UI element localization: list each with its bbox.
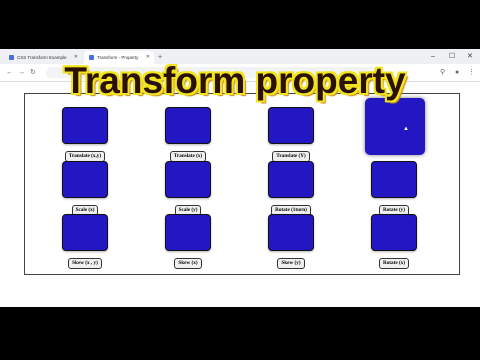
- grid-item: Rotate (x): [371, 214, 417, 269]
- transform-box[interactable]: [371, 161, 417, 198]
- skew-x-button[interactable]: Skew (x): [174, 258, 202, 269]
- grid-item: Translate (x): [165, 107, 211, 162]
- grid-item: Rotate (y): [371, 161, 417, 216]
- transform-box[interactable]: [268, 161, 314, 198]
- video-title-overlay: Transform property: [64, 60, 406, 101]
- rotate-x-button[interactable]: Rotate (x): [378, 258, 410, 269]
- transform-box[interactable]: [371, 214, 417, 251]
- transform-box[interactable]: [62, 107, 108, 144]
- skew-y-button[interactable]: Skew (y): [277, 258, 305, 269]
- transform-box[interactable]: [165, 161, 211, 198]
- grid-item: Skew (y): [268, 214, 314, 269]
- transform-box[interactable]: [268, 214, 314, 251]
- grid-item: Scale (y): [165, 161, 211, 216]
- transform-box[interactable]: [165, 107, 211, 144]
- mouse-cursor-icon: ▲: [403, 126, 409, 132]
- transform-box[interactable]: [165, 214, 211, 251]
- grid-item: Translate (Y): [268, 107, 314, 162]
- grid-item: Rotate (1turn): [268, 161, 314, 216]
- transform-box[interactable]: [62, 161, 108, 198]
- grid-item: Skew (x): [165, 214, 211, 269]
- grid-item: Scale (x): [62, 161, 108, 216]
- skew-xy-button[interactable]: Skew (x , y): [68, 258, 102, 269]
- grid-item: Translate (x,y): [62, 107, 108, 162]
- grid-item: Skew (x , y): [62, 214, 108, 269]
- transform-box-hovered[interactable]: [365, 98, 425, 155]
- transform-box[interactable]: [268, 107, 314, 144]
- transform-box[interactable]: [62, 214, 108, 251]
